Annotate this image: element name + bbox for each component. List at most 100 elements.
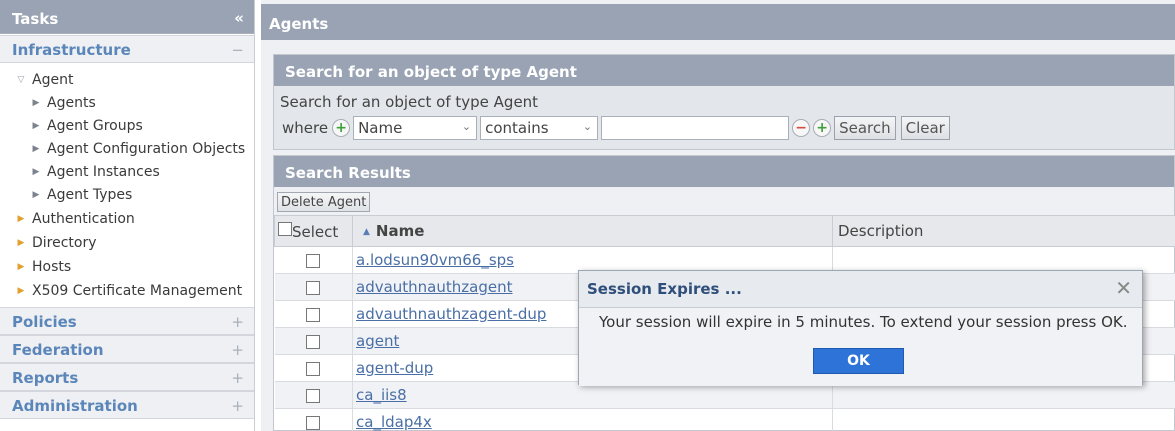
row-checkbox[interactable] [306, 415, 321, 430]
expanded-arrow-icon[interactable]: ▽ [16, 69, 26, 92]
tree-item-agent-configuration-objects[interactable]: ▶ Agent Configuration Objects [0, 138, 254, 161]
operator-select[interactable]: contains ⌄ [480, 116, 599, 140]
tasks-title: Tasks [12, 10, 59, 28]
row-checkbox[interactable] [306, 307, 321, 322]
tree-item-label: Hosts [32, 259, 72, 275]
infrastructure-tree: ▽ Agent ▶ Agents ▶ Agent Groups ▶ Agent … [0, 63, 254, 307]
row-checkbox[interactable] [306, 361, 321, 376]
tree-item-agent-types[interactable]: ▶ Agent Types [0, 184, 254, 207]
delete-agent-button[interactable]: Delete Agent [277, 192, 371, 212]
operator-select-value: contains [485, 119, 549, 137]
table-row: ca_ldap4x [274, 408, 1175, 431]
select-cell [274, 408, 353, 431]
expand-section-icon[interactable]: + [231, 313, 244, 331]
tree-item-label: Agent Types [47, 187, 133, 203]
tree-item-agent[interactable]: ▽ Agent [0, 69, 254, 92]
dialog-message: Your session will expire in 5 minutes. T… [599, 313, 1128, 331]
row-checkbox[interactable] [306, 280, 321, 295]
section-reports[interactable]: Reports + [0, 363, 254, 391]
search-subtitle: Search for an object of type Agent [280, 93, 539, 111]
name-column-header[interactable]: ▲ Name [352, 215, 833, 247]
tree-item-label: Agents [47, 95, 96, 111]
description-column-header[interactable]: Description [832, 215, 1175, 247]
dialog-body: Your session will expire in 5 minutes. T… [579, 307, 1142, 386]
select-all-checkbox[interactable] [278, 221, 292, 236]
collapsed-arrow-icon[interactable]: ▶ [31, 161, 41, 184]
collapsed-arrow-icon[interactable]: ▶ [31, 92, 41, 115]
agent-link[interactable]: agent [356, 332, 399, 350]
remove-criteria-icon[interactable]: − [792, 119, 811, 137]
section-policies[interactable]: Policies + [0, 307, 254, 335]
section-label: Federation [12, 341, 104, 359]
search-button[interactable]: Search [834, 116, 896, 140]
description-cell [832, 408, 1175, 431]
expand-section-icon[interactable]: + [231, 397, 244, 415]
page-title: Agents [261, 4, 1175, 40]
tree-item-agent-instances[interactable]: ▶ Agent Instances [0, 161, 254, 184]
row-checkbox[interactable] [306, 253, 321, 268]
select-cell [274, 381, 353, 409]
add-criteria-icon[interactable]: + [332, 119, 351, 137]
tree-item-label: Agent Instances [47, 164, 160, 180]
collapse-section-icon[interactable]: − [231, 41, 244, 59]
collapse-sidebar-icon[interactable]: « [234, 9, 244, 27]
section-infrastructure[interactable]: Infrastructure − [0, 35, 254, 63]
collapsed-arrow-icon[interactable]: ▶ [16, 231, 26, 255]
tree-item-x509-certificate-management[interactable]: ▶ X509 Certificate Management [0, 279, 254, 303]
collapsed-arrow-icon[interactable]: ▶ [16, 279, 26, 303]
dialog-title: Session Expires ... [587, 280, 742, 298]
select-cell [274, 273, 353, 301]
row-checkbox[interactable] [306, 388, 321, 403]
tree-item-authentication[interactable]: ▶ Authentication [0, 207, 254, 231]
select-column-label: Select [292, 222, 339, 241]
row-checkbox[interactable] [306, 334, 321, 349]
clear-button[interactable]: Clear [900, 116, 950, 140]
chevron-down-icon: ⌄ [461, 120, 472, 133]
expand-section-icon[interactable]: + [231, 341, 244, 359]
agent-link[interactable]: advauthnauthzagent [356, 278, 512, 296]
select-cell [274, 327, 353, 355]
section-label: Policies [12, 313, 77, 331]
tree-item-label: Authentication [32, 211, 135, 227]
agent-link[interactable]: a.lodsun90vm66_sps [356, 251, 514, 269]
agent-link[interactable]: agent-dup [356, 359, 433, 377]
field-select-value: Name [358, 119, 403, 137]
select-column-header: Select [274, 215, 353, 247]
section-federation[interactable]: Federation + [0, 335, 254, 363]
agent-link[interactable]: advauthnauthzagent-dup [356, 305, 546, 323]
collapsed-arrow-icon[interactable]: ▶ [31, 115, 41, 138]
agent-link[interactable]: ca_iis8 [356, 386, 407, 404]
tree-item-directory[interactable]: ▶ Directory [0, 231, 254, 255]
collapsed-arrow-icon[interactable]: ▶ [16, 207, 26, 231]
where-label: where [282, 119, 329, 137]
field-select[interactable]: Name ⌄ [353, 116, 478, 140]
ok-button[interactable]: OK [813, 348, 904, 374]
tasks-sidebar: Tasks « Infrastructure − ▽ Agent ▶ Agent… [0, 0, 255, 431]
expand-section-icon[interactable]: + [231, 369, 244, 387]
add-criteria-icon[interactable]: + [813, 119, 832, 137]
close-icon[interactable]: ✕ [1115, 276, 1132, 300]
section-administration[interactable]: Administration + [0, 391, 254, 419]
search-criteria-row: where + Name ⌄ contains ⌄ − + Search Cle… [282, 116, 950, 140]
tree-item-agent-groups[interactable]: ▶ Agent Groups [0, 115, 254, 138]
sort-ascending-icon[interactable]: ▲ [363, 227, 370, 237]
section-label: Administration [12, 397, 138, 415]
section-infrastructure-label: Infrastructure [12, 41, 131, 59]
select-cell [274, 354, 353, 382]
collapsed-arrow-icon[interactable]: ▶ [31, 138, 41, 161]
agent-link[interactable]: ca_ldap4x [356, 413, 432, 431]
results-toolbar: Delete Agent [274, 187, 1174, 215]
tree-item-label: X509 Certificate Management [32, 283, 243, 299]
tasks-header: Tasks « [0, 0, 254, 34]
search-panel-title: Search for an object of type Agent [274, 55, 1174, 86]
search-panel: Search for an object of type Agent Searc… [273, 54, 1175, 150]
session-expires-dialog: Session Expires ... ✕ Your session will … [578, 270, 1143, 386]
search-value-input[interactable] [601, 116, 790, 140]
select-cell [274, 300, 353, 328]
tree-item-hosts[interactable]: ▶ Hosts [0, 255, 254, 279]
collapsed-arrow-icon[interactable]: ▶ [31, 184, 41, 207]
tree-item-label: Agent Groups [47, 118, 143, 134]
section-label: Reports [12, 369, 79, 387]
collapsed-arrow-icon[interactable]: ▶ [16, 255, 26, 279]
tree-item-agents[interactable]: ▶ Agents [0, 92, 254, 115]
